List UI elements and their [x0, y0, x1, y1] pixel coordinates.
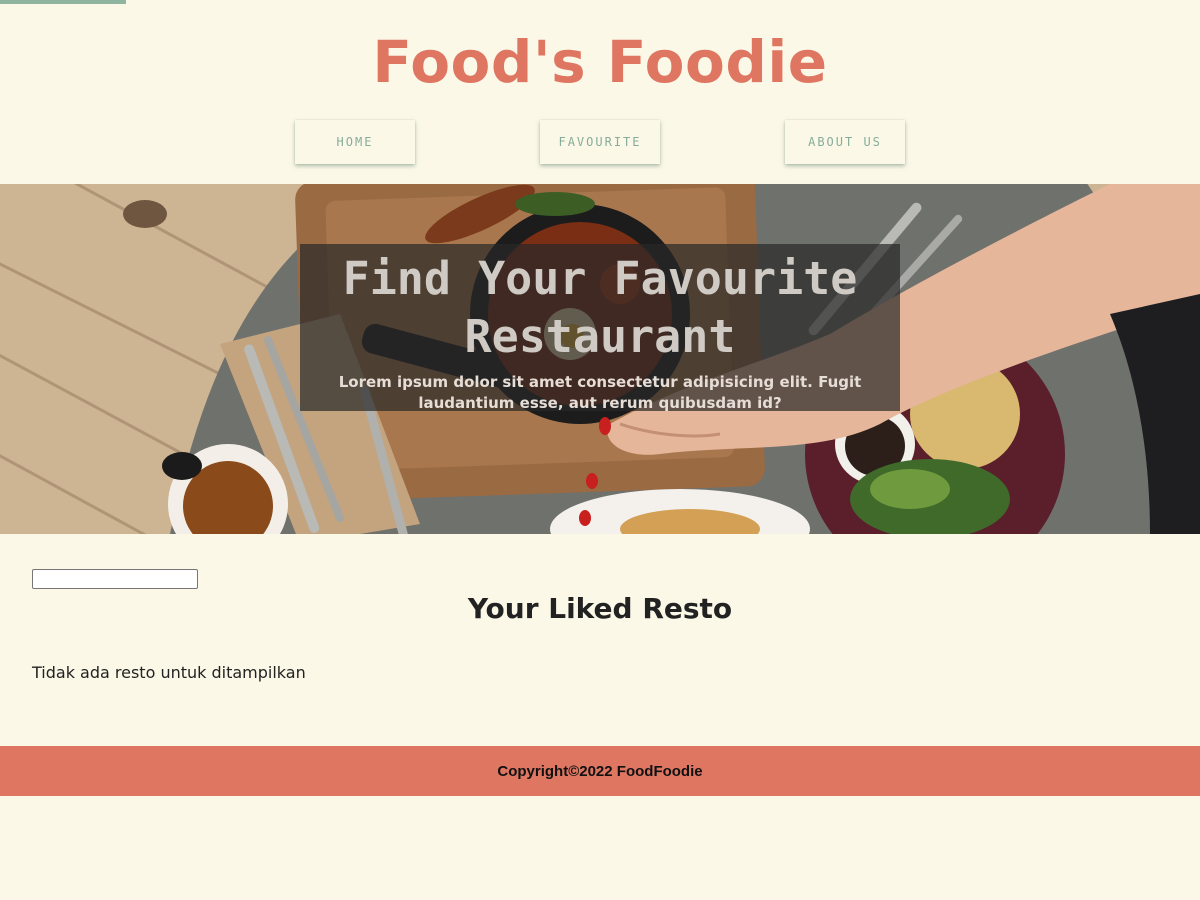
hero-title: Find Your Favourite Restaurant [342, 252, 858, 363]
site-header: Food's Foodie HOME FAVOURITE ABOUT US [0, 0, 1200, 184]
nav-about-button[interactable]: ABOUT US [785, 120, 905, 164]
main-content: Your Liked Resto Tidak ada resto untuk d… [0, 534, 1200, 746]
hero-description: Lorem ipsum dolor sit amet consectetur a… [338, 373, 862, 412]
empty-state-message: Tidak ada resto untuk ditampilkan [32, 663, 306, 682]
hero-banner: Find Your Favourite Restaurant Lorem ips… [0, 184, 1200, 534]
liked-resto-title: Your Liked Resto [467, 592, 733, 625]
brand-title: Food's Foodie [372, 28, 828, 96]
nav-home-button[interactable]: HOME [295, 120, 415, 164]
search-input[interactable] [32, 569, 198, 589]
hero-text-box: Find Your Favourite Restaurant Lorem ips… [300, 244, 900, 412]
nav-favourite-button[interactable]: FAVOURITE [540, 120, 660, 164]
site-footer: Copyright©2022 FoodFoodie [0, 746, 1200, 796]
copyright-text: Copyright©2022 FoodFoodie [497, 762, 703, 780]
